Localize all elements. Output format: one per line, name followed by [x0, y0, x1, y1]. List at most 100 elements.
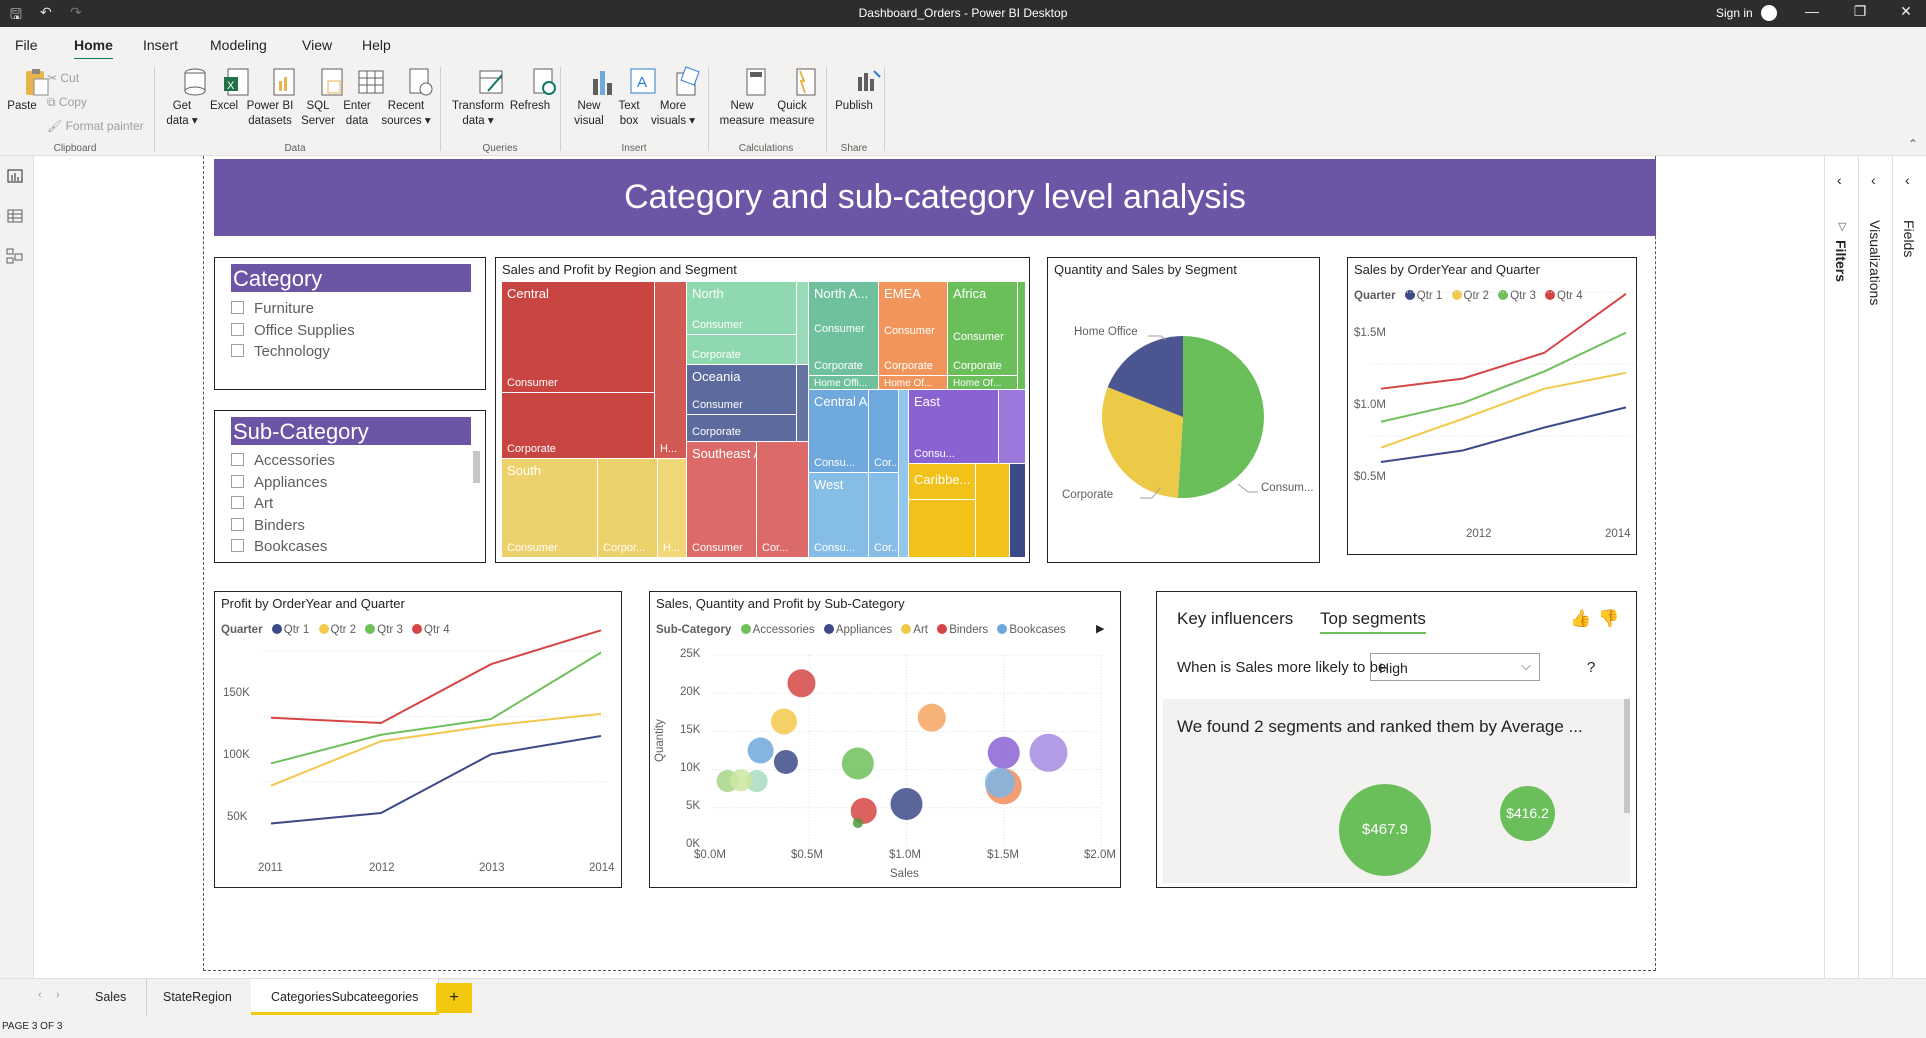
page-tab-stateregion[interactable]: StateRegion	[143, 979, 253, 1015]
checkbox[interactable]	[231, 323, 244, 336]
scatter-point[interactable]	[747, 737, 774, 764]
report-view-icon[interactable]	[7, 169, 23, 183]
scatter-visual[interactable]: Sales, Quantity and Profit by Sub-Catego…	[649, 591, 1121, 888]
treemap-tile-central-asia-corporate[interactable]: Cor...	[869, 390, 899, 473]
sales-line-visual[interactable]: Sales by OrderYear and Quarter Quarter Q…	[1347, 257, 1637, 555]
scrollbar[interactable]	[1624, 699, 1630, 813]
close-icon[interactable]: ✕	[1886, 3, 1926, 20]
format-painter-button[interactable]: 🖌 Format painter	[47, 119, 144, 133]
treemap-tile-southeast-asia[interactable]: Southeast AsiaConsumer	[687, 442, 757, 558]
filters-pane[interactable]: ‹ ▽ Filters	[1824, 156, 1858, 978]
checkbox[interactable]	[231, 518, 244, 531]
treemap-tile-north[interactable]: North Consumer	[687, 282, 797, 335]
tab-key-influencers[interactable]: Key influencers	[1177, 609, 1293, 629]
fields-label[interactable]: Fields	[1901, 220, 1917, 257]
scatter-point[interactable]	[987, 736, 1020, 769]
refresh-button[interactable]: Refresh	[508, 67, 556, 114]
excel-button[interactable]: X Excel	[208, 67, 249, 114]
treemap-visual[interactable]: Sales and Profit by Region and Segment C…	[495, 257, 1030, 563]
scatter-point[interactable]	[841, 747, 874, 780]
scatter-point[interactable]	[770, 708, 797, 735]
ki-dropdown[interactable]: High ⌵	[1370, 653, 1540, 681]
series-line-qtr-3[interactable]	[1380, 331, 1627, 423]
category-slicer[interactable]: Category Furniture Office Supplies Techn…	[214, 257, 486, 390]
transform-data-button[interactable]: Transform data ▾	[450, 67, 506, 129]
treemap-tile-north-corporate[interactable]: Corporate	[687, 335, 797, 365]
checkbox[interactable]	[231, 344, 244, 357]
text-box-button[interactable]: A Text box	[612, 67, 656, 129]
tab-modeling[interactable]: Modeling	[210, 37, 267, 53]
segment-bubble-2[interactable]: $416.2	[1500, 786, 1555, 841]
scatter-point[interactable]	[984, 767, 1015, 798]
publish-button[interactable]: Publish	[834, 67, 881, 114]
treemap-tile-emea-home[interactable]: Home Of...	[879, 376, 948, 390]
new-measure-button[interactable]: New measure	[716, 67, 768, 129]
avatar[interactable]	[1761, 5, 1777, 21]
more-visuals-button[interactable]: More visuals ▾	[650, 66, 700, 129]
tab-file[interactable]: File	[15, 37, 38, 53]
tab-top-segments[interactable]: Top segments	[1320, 609, 1426, 634]
treemap-tile-south-corporate[interactable]: Corpor...	[598, 459, 658, 558]
collapse-ribbon-icon[interactable]: ⌃	[1908, 137, 1918, 151]
treemap-tile-west-corporate[interactable]: Cor...	[869, 473, 899, 558]
chevron-left-icon[interactable]: ‹	[1837, 172, 1842, 188]
treemap-tile-central-corporate[interactable]: Corporate	[502, 393, 655, 459]
subcategory-slicer[interactable]: Sub-Category Accessories Appliances Art …	[214, 410, 486, 563]
treemap-tile-africa-home[interactable]: Home Of...	[948, 376, 1018, 390]
tab-help[interactable]: Help	[362, 37, 391, 53]
prev-page-icon[interactable]: ‹	[38, 989, 42, 1001]
profit-line-visual[interactable]: Profit by OrderYear and Quarter Quarter …	[214, 591, 622, 888]
filters-label[interactable]: Filters	[1833, 240, 1849, 282]
chevron-left-icon[interactable]: ‹	[1905, 172, 1910, 188]
thumbs-down-icon[interactable]: 👎	[1598, 609, 1619, 629]
treemap-tile-north-home[interactable]	[797, 282, 809, 365]
recent-sources-button[interactable]: Recent sources ▾	[380, 67, 433, 129]
checkbox[interactable]	[231, 539, 244, 552]
sign-in-link[interactable]: Sign in	[1716, 6, 1753, 20]
series-line-qtr-1[interactable]	[270, 735, 602, 825]
enter-data-button[interactable]: Enter data	[342, 67, 384, 129]
treemap-tile-emea[interactable]: EMEA Consumer Corporate	[879, 282, 948, 376]
treemap-tile-oceania[interactable]: Oceania Consumer	[687, 365, 797, 415]
chevron-left-icon[interactable]: ‹	[1871, 172, 1876, 188]
slicer-item-binders[interactable]: Binders	[231, 517, 305, 534]
slicer-item-office-supplies[interactable]: Office Supplies	[231, 322, 355, 339]
slicer-item-technology[interactable]: Technology	[231, 343, 330, 360]
treemap-tile-south[interactable]: South Consumer	[502, 459, 598, 558]
fields-pane[interactable]: ‹ Fields	[1892, 156, 1926, 978]
treemap-tile-caribbean[interactable]: Caribbe...	[909, 464, 976, 500]
treemap-tile-southeast-asia-corporate[interactable]: Cor...	[757, 442, 809, 558]
scatter-point[interactable]	[773, 749, 798, 774]
treemap-tile-north-asia-home[interactable]: Home Offi...	[809, 376, 879, 390]
pbi-datasets-button[interactable]: Power BI datasets	[246, 67, 295, 129]
segment-bubble-1[interactable]: $467.9	[1339, 784, 1431, 876]
scatter-point[interactable]	[890, 787, 923, 820]
treemap-tile-central[interactable]: Central Consumer	[502, 282, 655, 393]
minimize-icon[interactable]: —	[1792, 3, 1832, 19]
page-tab-sales[interactable]: Sales	[75, 979, 148, 1015]
scatter-point[interactable]	[787, 669, 816, 698]
checkbox[interactable]	[231, 453, 244, 466]
series-line-qtr-4[interactable]	[1380, 293, 1627, 390]
add-page-button[interactable]: +	[436, 983, 472, 1013]
model-view-icon[interactable]	[6, 248, 23, 264]
slicer-item-appliances[interactable]: Appliances	[231, 474, 327, 491]
cut-button[interactable]: ✂ Cut	[47, 71, 79, 85]
pie-visual[interactable]: Quantity and Sales by Segment Home Offic…	[1047, 257, 1320, 563]
treemap-tile-central-asia[interactable]: Central AsiaConsu...	[809, 390, 869, 473]
quick-measure-button[interactable]: Quick measure	[768, 67, 816, 129]
slicer-item-bookcases[interactable]: Bookcases	[231, 538, 327, 555]
treemap-tile-central-home[interactable]: H...	[655, 282, 687, 459]
treemap-tile-africa[interactable]: Africa Consumer Corporate	[948, 282, 1018, 376]
treemap-tile-north-asia[interactable]: North A... Consumer Corporate	[809, 282, 879, 376]
paste-button[interactable]: Paste	[6, 67, 49, 114]
copy-button[interactable]: ⧉ Copy	[47, 95, 87, 110]
scrollbar[interactable]	[473, 451, 480, 483]
tab-home[interactable]: Home	[74, 37, 113, 61]
treemap-tile-south-home[interactable]: H...	[658, 459, 687, 558]
get-data-button[interactable]: Get data ▾	[163, 67, 206, 129]
sql-server-button[interactable]: SQL Server	[298, 67, 343, 129]
slicer-item-art[interactable]: Art	[231, 495, 273, 512]
restore-icon[interactable]: ❐	[1840, 3, 1880, 20]
key-influencers-visual[interactable]: Key influencers Top segments 👍 👎 When is…	[1156, 591, 1637, 888]
